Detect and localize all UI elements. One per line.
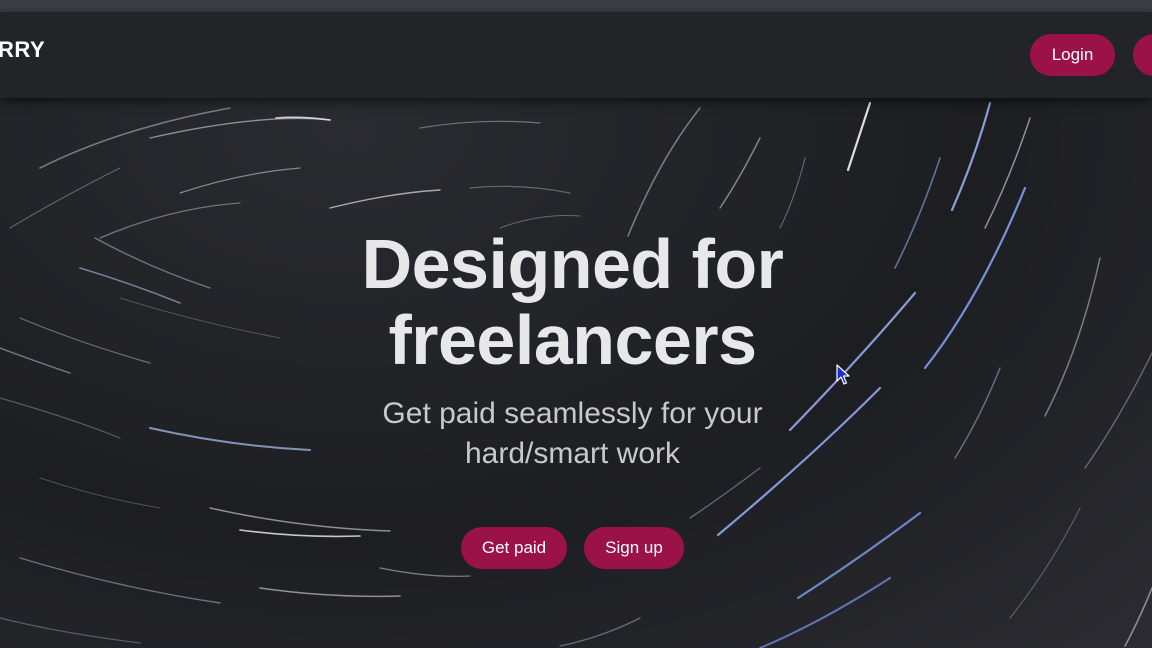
- mouse-pointer-icon: [836, 364, 850, 385]
- hero-subtitle: Get paid seamlessly for your hard/smart …: [0, 394, 1145, 474]
- page: RRY Login Designed for freelancers Get p…: [0, 0, 1152, 648]
- hero-title: Designed for freelancers: [0, 226, 1145, 378]
- hero-subtitle-line-1: Get paid seamlessly for your: [382, 397, 763, 430]
- hero-subtitle-line-2: hard/smart work: [464, 437, 681, 470]
- hero-section: Designed for freelancers Get paid seamle…: [0, 98, 1152, 648]
- hero-title-line-2: freelancers: [388, 301, 757, 379]
- navbar: RRY Login: [0, 12, 1152, 98]
- login-button[interactable]: Login: [1030, 34, 1115, 76]
- sign-up-button[interactable]: Sign up: [584, 527, 684, 569]
- nav-secondary-button[interactable]: [1133, 34, 1152, 76]
- brand-logo[interactable]: RRY: [0, 37, 45, 63]
- get-paid-button[interactable]: Get paid: [461, 527, 567, 569]
- hero-title-line-1: Designed for: [361, 225, 784, 303]
